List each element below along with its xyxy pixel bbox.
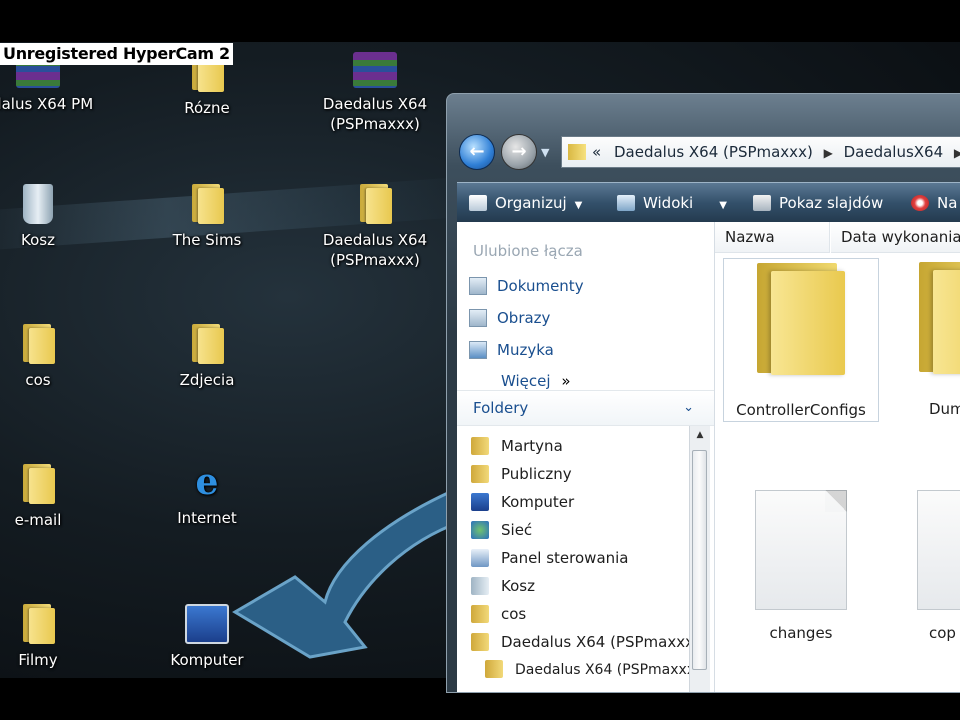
hypercam-watermark: Unregistered HyperCam 2: [0, 43, 233, 65]
network-icon: [471, 521, 489, 539]
desktop-icon-filmy[interactable]: Filmy: [0, 604, 98, 670]
breadcrumb-daedalusx64[interactable]: DaedalusX64: [844, 143, 944, 161]
forward-arrow-icon: →: [511, 141, 527, 162]
folder-icon: [21, 604, 55, 644]
command-toolbar: Organizuj ▼ Widoki ▼ Pokaz slajdów Na: [457, 182, 960, 223]
recycle-bin-icon: [471, 577, 489, 595]
desktop-icon-kosz[interactable]: Kosz: [0, 184, 98, 250]
chevron-down-icon: ⌄: [683, 400, 694, 415]
double-chevron-right-icon: »: [561, 372, 571, 390]
desktop-icon-daedalus-archive[interactable]: Daedalus X64 (PSPmaxxx): [315, 52, 435, 134]
explorer-window: ← → ▼ « Daedalus X64 (PSPmaxxx) ▶ Daedal…: [446, 93, 960, 693]
organize-button[interactable]: Organizuj ▼: [469, 183, 582, 223]
folders-header[interactable]: Foldery ⌄: [457, 390, 714, 426]
user-folder-icon: [471, 437, 489, 455]
desktop-icon-daedalus-folder[interactable]: Daedalus X64 (PSPmaxxx): [315, 184, 435, 270]
music-icon: [469, 341, 487, 359]
file-item-changes[interactable]: changes: [723, 490, 879, 642]
breadcrumb-separator-icon[interactable]: ▶: [824, 146, 833, 160]
documents-icon: [469, 277, 487, 295]
navigation-pane: Ulubione łącza Dokumenty Obrazy Muzyka W…: [457, 222, 715, 692]
slideshow-button[interactable]: Pokaz slajdów: [753, 183, 883, 223]
favorite-link-muzyka[interactable]: Muzyka: [469, 336, 554, 364]
folder-icon: [358, 184, 392, 224]
burn-disc-icon: [911, 195, 929, 211]
folder-icon: [21, 324, 55, 364]
chevron-down-icon: ▼: [574, 200, 583, 211]
folder-icon: [190, 324, 224, 364]
tree-scrollbar[interactable]: ▲: [689, 426, 710, 692]
control-panel-icon: [471, 549, 489, 567]
desktop-icon-cos[interactable]: cos: [0, 324, 98, 390]
forward-button[interactable]: →: [501, 134, 537, 170]
breadcrumb-daedalus-pspmaxxx[interactable]: Daedalus X64 (PSPmaxxx): [614, 143, 813, 161]
desktop-icon-email[interactable]: e-mail: [0, 464, 98, 530]
address-row: ← → ▼ « Daedalus X64 (PSPmaxxx) ▶ Daedal…: [457, 134, 960, 174]
organize-icon: [469, 195, 487, 211]
burn-button[interactable]: Na: [911, 183, 957, 223]
recycle-bin-icon: [23, 184, 53, 224]
internet-explorer-icon: e: [195, 461, 219, 503]
back-arrow-icon: ←: [469, 141, 485, 162]
tree-item-kosz[interactable]: Kosz: [471, 572, 535, 600]
folder-icon: [753, 263, 849, 381]
chevron-down-icon: ▼: [719, 200, 727, 211]
column-header-date[interactable]: Data wykonania: [831, 222, 960, 253]
winrar-archive-icon: [353, 52, 397, 88]
text-document-icon: [755, 490, 847, 610]
views-icon: [617, 195, 635, 211]
desktop-icon-internet[interactable]: e Internet: [147, 462, 267, 528]
text-document-icon: [917, 490, 960, 610]
explorer-content: Ulubione łącza Dokumenty Obrazy Muzyka W…: [457, 222, 960, 692]
views-button[interactable]: Widoki ▼: [617, 183, 727, 223]
folder-icon: [21, 464, 55, 504]
favorites-header: Ulubione łącza: [473, 242, 583, 260]
computer-icon: [471, 493, 489, 511]
desktop-icon-zdjecia[interactable]: Zdjecia: [147, 324, 267, 390]
file-item-dum[interactable]: Dum: [885, 258, 960, 422]
file-item-controllerconfigs[interactable]: ControllerConfigs: [723, 258, 879, 422]
scrollbar-thumb[interactable]: [692, 450, 707, 670]
file-item-copying[interactable]: cop: [885, 490, 960, 642]
desktop-icon-komputer[interactable]: Komputer: [147, 604, 267, 670]
tree-item-martyna[interactable]: Martyna: [471, 432, 563, 460]
folder-icon: [471, 465, 489, 483]
address-overflow[interactable]: «: [592, 143, 601, 161]
folder-icon: [471, 633, 489, 651]
desktop-icon-the-sims[interactable]: The Sims: [147, 184, 267, 250]
folder-icon: [915, 262, 960, 380]
tree-item-publiczny[interactable]: Publiczny: [471, 460, 572, 488]
folder-icon: [485, 660, 503, 678]
slideshow-icon: [753, 195, 771, 211]
folder-icon: [568, 144, 586, 160]
favorite-link-dokumenty[interactable]: Dokumenty: [469, 272, 584, 300]
breadcrumb-separator-icon[interactable]: ▶: [954, 146, 960, 160]
computer-icon: [185, 604, 229, 644]
favorite-link-obrazy[interactable]: Obrazy: [469, 304, 550, 332]
tree-item-cos[interactable]: cos: [471, 600, 526, 628]
tree-item-komputer[interactable]: Komputer: [471, 488, 574, 516]
scroll-up-icon[interactable]: ▲: [690, 430, 710, 440]
folder-icon: [471, 605, 489, 623]
tree-item-siec[interactable]: Sieć: [471, 516, 532, 544]
folder-icon: [190, 184, 224, 224]
back-button[interactable]: ←: [459, 134, 495, 170]
pictures-icon: [469, 309, 487, 327]
recent-pages-dropdown[interactable]: ▼: [541, 146, 549, 159]
more-links-button[interactable]: Więcej »: [501, 372, 571, 390]
tree-item-daedalus[interactable]: Daedalus X64 (PSPmaxxx): [471, 628, 700, 656]
address-bar[interactable]: « Daedalus X64 (PSPmaxxx) ▶ DaedalusX64 …: [561, 136, 960, 168]
tree-item-panel-sterowania[interactable]: Panel sterowania: [471, 544, 629, 572]
tree-item-daedalus-sub[interactable]: Daedalus X64 (PSPmaxxx): [485, 656, 701, 684]
file-list: Nazwa Data wykonania ControllerConfigs D…: [715, 222, 960, 692]
column-header-name[interactable]: Nazwa: [715, 222, 830, 253]
